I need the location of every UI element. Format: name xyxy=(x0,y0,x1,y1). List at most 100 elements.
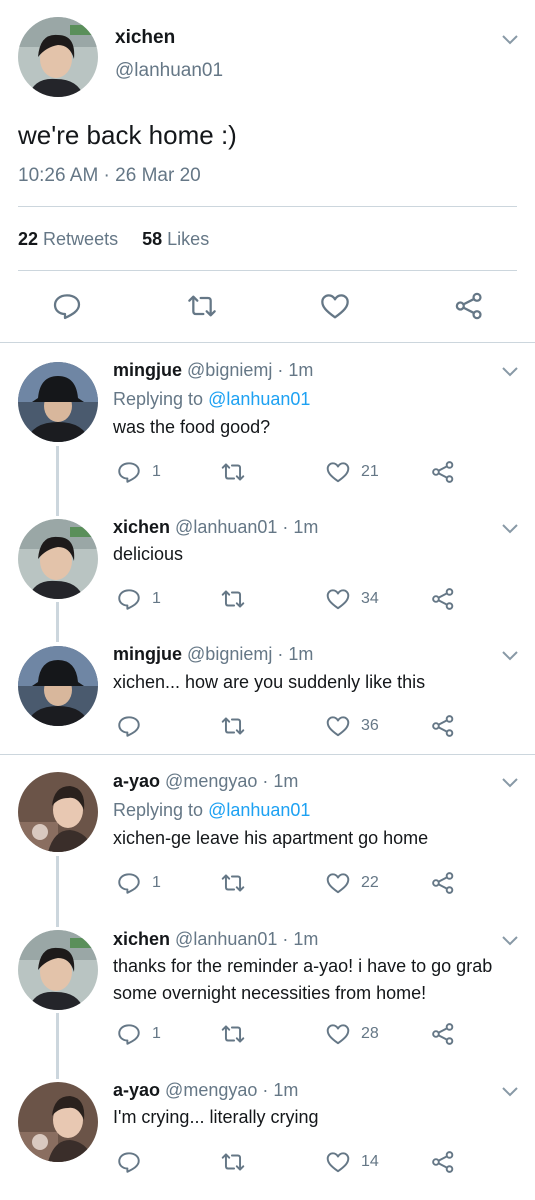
retweets-stat[interactable]: 22 Retweets xyxy=(18,229,118,249)
reply-text: I'm crying... literally crying xyxy=(113,1107,319,1127)
thread-line xyxy=(56,446,59,516)
thread-line xyxy=(56,856,59,927)
heart-icon xyxy=(326,873,350,894)
heart-icon xyxy=(326,1152,350,1173)
reply-icon xyxy=(118,589,140,610)
like-action[interactable]: 21 xyxy=(325,459,379,485)
reply-icon xyxy=(118,462,140,483)
retweet-action[interactable] xyxy=(220,1149,256,1175)
retweet-action[interactable] xyxy=(220,459,256,485)
chevron-down-icon[interactable] xyxy=(500,776,520,790)
reply-icon[interactable] xyxy=(51,290,83,322)
heart-icon xyxy=(326,589,350,610)
tweet-timestamp[interactable]: 10:26 AM · 26 Mar 20 xyxy=(18,165,201,187)
retweet-action[interactable] xyxy=(220,586,256,612)
author-meta[interactable]: @lanhuan01 · 1m xyxy=(175,517,318,537)
reply-action[interactable]: 1 xyxy=(116,459,161,485)
divider xyxy=(18,206,517,207)
author-name[interactable]: xichen xyxy=(115,27,175,49)
author-meta[interactable]: @bigniemj · 1m xyxy=(187,644,313,664)
share-icon[interactable] xyxy=(453,290,485,322)
divider xyxy=(18,270,517,271)
like-action[interactable]: 14 xyxy=(325,1149,379,1175)
author-handle[interactable]: @lanhuan01 xyxy=(115,60,223,82)
retweet-icon xyxy=(221,874,245,892)
author-name[interactable]: mingjue xyxy=(113,644,182,664)
heart-icon xyxy=(326,716,350,737)
avatar[interactable] xyxy=(18,519,98,599)
retweet-icon xyxy=(221,1153,245,1171)
chevron-down-icon[interactable] xyxy=(500,934,520,948)
retweet-icon xyxy=(221,717,245,735)
author-meta[interactable]: @bigniemj · 1m xyxy=(187,360,313,380)
author-name[interactable]: a-yao xyxy=(113,1080,160,1100)
chevron-down-icon[interactable] xyxy=(500,522,520,536)
reply-action[interactable]: 1 xyxy=(116,870,161,896)
heart-icon xyxy=(326,1024,350,1045)
replying-to: Replying to @lanhuan01 xyxy=(113,800,311,820)
reply-action[interactable]: 1 xyxy=(116,1021,161,1047)
author-meta[interactable]: @mengyao · 1m xyxy=(165,1080,298,1100)
reply-header: a-yao @mengyao · 1m xyxy=(113,771,298,792)
retweet-icon[interactable] xyxy=(186,290,218,322)
author-name[interactable]: xichen xyxy=(113,929,170,949)
reply-icon xyxy=(118,1024,140,1045)
retweet-action[interactable] xyxy=(220,713,256,739)
share-action[interactable] xyxy=(430,1021,456,1047)
share-action[interactable] xyxy=(430,870,456,896)
divider xyxy=(0,754,535,755)
reply-text: delicious xyxy=(113,544,184,564)
like-action[interactable]: 22 xyxy=(325,870,379,896)
chevron-down-icon[interactable] xyxy=(500,649,520,663)
mention-link[interactable]: @lanhuan01 xyxy=(208,389,310,409)
avatar[interactable] xyxy=(18,17,98,97)
thread-line xyxy=(56,1013,59,1079)
author-meta[interactable]: @mengyao · 1m xyxy=(165,771,298,791)
reply-icon xyxy=(118,873,140,894)
thread-line xyxy=(56,602,59,642)
reply-action[interactable] xyxy=(116,713,152,739)
tweet-text: we're back home :) xyxy=(18,120,237,150)
avatar[interactable] xyxy=(18,772,98,852)
share-icon xyxy=(432,588,454,610)
like-action[interactable]: 28 xyxy=(325,1021,379,1047)
author-name[interactable]: mingjue xyxy=(113,360,182,380)
mention-link[interactable]: @lanhuan01 xyxy=(208,800,310,820)
reply-header: mingjue @bigniemj · 1m xyxy=(113,644,313,665)
share-action[interactable] xyxy=(430,459,456,485)
divider xyxy=(0,342,535,343)
reply-icon xyxy=(118,716,140,737)
reply-action[interactable] xyxy=(116,1149,152,1175)
reply-action[interactable]: 1 xyxy=(116,586,161,612)
retweet-action[interactable] xyxy=(220,870,256,896)
like-action[interactable]: 34 xyxy=(325,586,379,612)
chevron-down-icon[interactable] xyxy=(500,33,520,47)
share-action[interactable] xyxy=(430,586,456,612)
like-action[interactable]: 36 xyxy=(325,713,379,739)
replying-to: Replying to @lanhuan01 xyxy=(113,389,311,409)
avatar[interactable] xyxy=(18,646,98,726)
reply-text: xichen... how are you suddenly like this xyxy=(113,672,426,692)
retweet-icon xyxy=(221,1025,245,1043)
avatar[interactable] xyxy=(18,362,98,442)
share-icon xyxy=(432,1151,454,1173)
chevron-down-icon[interactable] xyxy=(500,365,520,379)
likes-stat[interactable]: 58 Likes xyxy=(142,229,209,249)
avatar[interactable] xyxy=(18,930,98,1010)
share-action[interactable] xyxy=(430,713,456,739)
share-icon xyxy=(432,715,454,737)
author-name[interactable]: xichen xyxy=(113,517,170,537)
reply-icon xyxy=(118,1152,140,1173)
share-icon xyxy=(432,872,454,894)
chevron-down-icon[interactable] xyxy=(500,1085,520,1099)
heart-icon[interactable] xyxy=(319,290,351,322)
share-icon xyxy=(432,1023,454,1045)
share-icon xyxy=(432,461,454,483)
retweet-icon xyxy=(221,590,245,608)
author-meta[interactable]: @lanhuan01 · 1m xyxy=(175,929,318,949)
author-name[interactable]: a-yao xyxy=(113,771,160,791)
avatar[interactable] xyxy=(18,1082,98,1162)
reply-header: mingjue @bigniemj · 1m xyxy=(113,360,313,381)
retweet-action[interactable] xyxy=(220,1021,256,1047)
share-action[interactable] xyxy=(430,1149,456,1175)
